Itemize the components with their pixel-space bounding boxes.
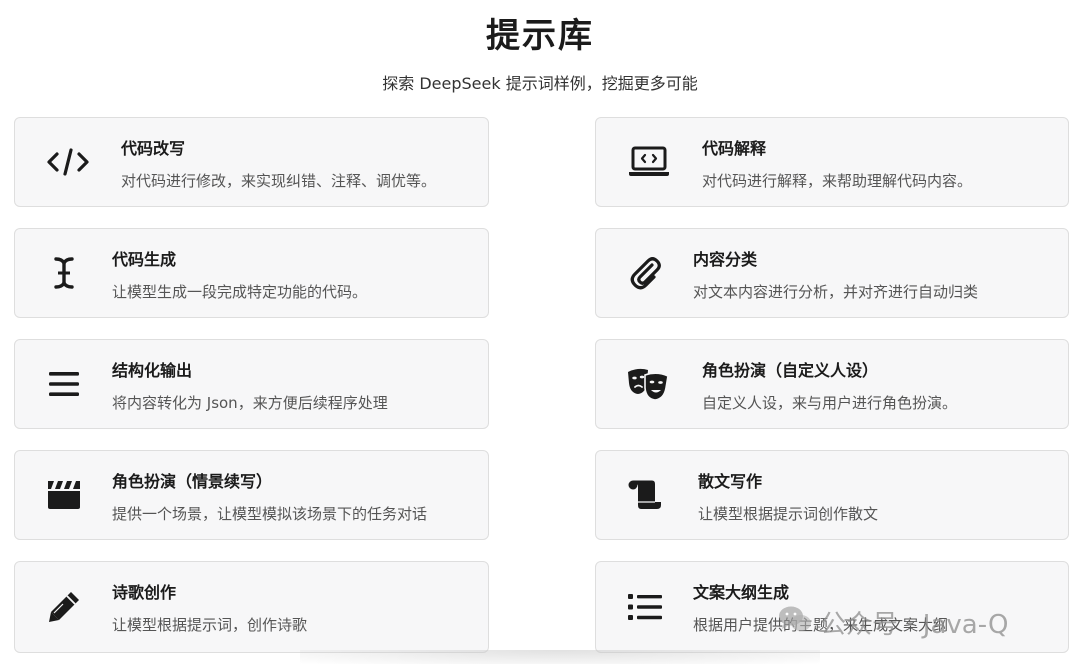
prompt-card-content-classify[interactable]: 内容分类 对文本内容进行分析，并对齐进行自动归类 (595, 228, 1069, 318)
menu-lines-icon (42, 362, 86, 406)
card-title: 代码改写 (121, 139, 186, 158)
card-description: 根据用户提供的主题，来生成文案大纲 (693, 616, 949, 634)
card-title: 代码解释 (702, 139, 767, 158)
card-title: 代码生成 (112, 250, 177, 269)
laptop-code-icon (627, 140, 671, 184)
theater-masks-icon (626, 362, 670, 406)
paperclip-icon (623, 251, 667, 295)
prompt-card-prose-writing[interactable]: 散文写作 让模型根据提示词创作散文 (595, 450, 1069, 540)
card-title: 角色扮演（自定义人设） (702, 361, 879, 380)
card-description: 提供一个场景，让模型模拟该场景下的任务对话 (112, 505, 428, 523)
bottom-shadow (300, 650, 820, 664)
prompt-card-code-generate[interactable]: 代码生成 让模型生成一段完成特定功能的代码。 (14, 228, 489, 318)
card-title: 散文写作 (698, 472, 763, 491)
page-subtitle: 探索 DeepSeek 提示词样例，挖掘更多可能 (382, 74, 698, 93)
card-description: 将内容转化为 Json，来方便后续程序处理 (112, 394, 388, 412)
card-description: 让模型根据提示词，创作诗歌 (112, 616, 308, 634)
code-icon (46, 140, 90, 184)
card-description: 让模型根据提示词创作散文 (698, 505, 879, 523)
card-description: 对代码进行解释，来帮助理解代码内容。 (702, 172, 973, 190)
pencil-icon (42, 585, 86, 629)
prompt-card-code-rewrite[interactable]: 代码改写 对代码进行修改，来实现纠错、注释、调优等。 (14, 117, 489, 207)
card-description: 对代码进行修改，来实现纠错、注释、调优等。 (121, 172, 437, 190)
card-description: 对文本内容进行分析，并对齐进行自动归类 (693, 283, 979, 301)
prompt-card-poetry-creation[interactable]: 诗歌创作 让模型根据提示词，创作诗歌 (14, 561, 489, 653)
prompt-card-roleplay-persona[interactable]: 角色扮演（自定义人设） 自定义人设，来与用户进行角色扮演。 (595, 339, 1069, 429)
prompt-card-code-explain[interactable]: 代码解释 对代码进行解释，来帮助理解代码内容。 (595, 117, 1069, 207)
card-title: 文案大纲生成 (693, 583, 790, 602)
text-cursor-icon (42, 251, 86, 295)
prompt-card-structured-output[interactable]: 结构化输出 将内容转化为 Json，来方便后续程序处理 (14, 339, 489, 429)
scroll-icon (623, 473, 667, 517)
page-title: 提示库 (486, 16, 594, 56)
card-title: 诗歌创作 (112, 583, 177, 602)
card-title: 结构化输出 (112, 361, 193, 380)
card-description: 自定义人设，来与用户进行角色扮演。 (702, 394, 958, 412)
list-icon (623, 585, 667, 629)
prompt-card-roleplay-scenario[interactable]: 角色扮演（情景续写） 提供一个场景，让模型模拟该场景下的任务对话 (14, 450, 489, 540)
card-title: 角色扮演（情景续写） (112, 472, 273, 491)
card-title: 内容分类 (693, 250, 758, 269)
prompt-card-copy-outline[interactable]: 文案大纲生成 根据用户提供的主题，来生成文案大纲 (595, 561, 1069, 653)
card-description: 让模型生成一段完成特定功能的代码。 (112, 283, 368, 301)
clapperboard-icon (42, 473, 86, 517)
